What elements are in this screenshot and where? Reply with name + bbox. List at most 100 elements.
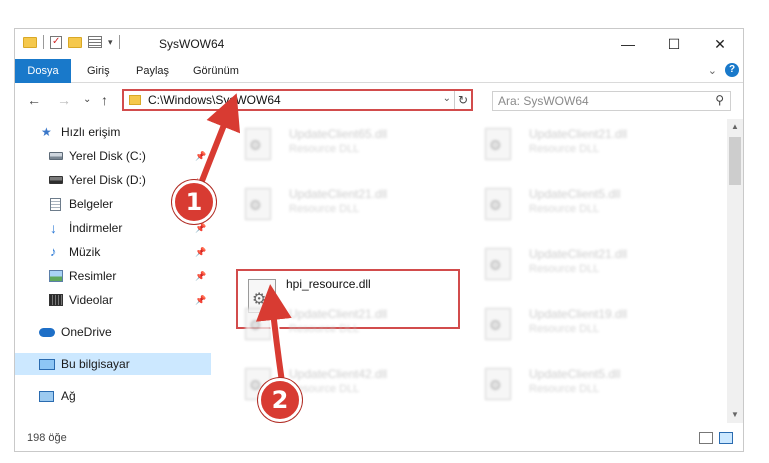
dll-file-icon xyxy=(245,308,271,340)
scroll-thumb[interactable] xyxy=(729,137,741,185)
file-item[interactable]: UpdateClient65.dll Resource DLL xyxy=(231,123,451,167)
pin-icon: 📌 xyxy=(195,294,207,305)
sidebar-item-label: Videolar xyxy=(69,293,113,307)
address-path[interactable]: C:\Windows\SysWOW64 xyxy=(148,93,281,107)
maximize-button[interactable]: ☐ xyxy=(651,29,697,59)
sidebar-item-quick-access[interactable]: ★ Hızlı erişim xyxy=(15,121,211,143)
title-bar: ▾ SysWOW64 — ☐ ✕ xyxy=(15,29,743,59)
sidebar-item-onedrive[interactable]: OneDrive xyxy=(15,321,211,343)
search-icon[interactable]: ⚲ xyxy=(715,93,724,107)
vertical-scrollbar[interactable]: ▲ ▼ xyxy=(727,119,743,423)
file-type: Resource DLL xyxy=(529,143,600,155)
sidebar-item-local-disk-c[interactable]: Yerel Disk (C:) 📌 xyxy=(15,145,211,167)
file-name: UpdateClient65.dll xyxy=(289,127,388,141)
sidebar-item-this-pc[interactable]: Bu bilgisayar xyxy=(15,353,211,375)
scroll-down-icon[interactable]: ▼ xyxy=(727,407,743,423)
search-box[interactable]: Ara: SysWOW64 ⚲ xyxy=(492,91,731,111)
pin-icon: 📌 xyxy=(195,246,207,257)
sidebar-item-pictures[interactable]: Resimler 📌 xyxy=(15,265,211,287)
address-dropdown-icon[interactable]: ⌄ xyxy=(443,93,451,104)
disk-icon xyxy=(49,176,63,184)
file-item[interactable]: UpdateClient5.dll Resource DLL xyxy=(471,183,691,227)
sidebar-item-label: Yerel Disk (C:) xyxy=(69,149,146,163)
tab-share[interactable]: Paylaş xyxy=(136,59,169,83)
view-icon[interactable] xyxy=(88,36,102,48)
address-bar[interactable]: C:\Windows\SysWOW64 ⌄ ↻ xyxy=(122,89,473,111)
ribbon-right: ⌄ ? xyxy=(708,63,739,77)
network-icon xyxy=(39,390,54,402)
file-name: UpdateClient21.dll xyxy=(529,127,628,141)
file-item[interactable]: UpdateClient21.dll Resource DLL xyxy=(471,243,691,287)
pin-icon: 📌 xyxy=(195,150,207,161)
view-switcher xyxy=(699,432,733,444)
quick-access-toolbar: ▾ xyxy=(23,35,120,49)
sidebar-item-label: Yerel Disk (D:) xyxy=(69,173,146,187)
file-item[interactable]: UpdateClient21.dll Resource DLL xyxy=(231,183,451,227)
window-title: SysWOW64 xyxy=(159,37,225,51)
dll-file-icon xyxy=(485,368,511,400)
dll-file-icon xyxy=(485,188,511,220)
folder-icon xyxy=(129,95,141,105)
dll-file-icon xyxy=(245,188,271,220)
file-name: hpi_resource.dll xyxy=(286,277,371,291)
file-item[interactable]: UpdateClient19.dll Resource DLL xyxy=(471,303,691,347)
sidebar-item-label: Müzik xyxy=(69,245,101,259)
back-arrow-icon[interactable]: ← xyxy=(27,92,41,108)
pin-icon: 📌 xyxy=(195,270,207,281)
downloads-icon: ↓ xyxy=(50,220,57,236)
videos-icon xyxy=(49,294,63,306)
close-button[interactable]: ✕ xyxy=(697,29,743,59)
separator xyxy=(43,35,44,49)
file-type: Resource DLL xyxy=(529,383,600,395)
minimize-button[interactable]: — xyxy=(605,29,651,59)
customize-dropdown-icon[interactable]: ▾ xyxy=(108,37,113,48)
file-type: Resource DLL xyxy=(289,203,360,215)
disk-icon xyxy=(49,152,63,160)
help-icon[interactable]: ? xyxy=(725,63,739,77)
file-name: UpdateClient21.dll xyxy=(289,187,388,201)
tab-home[interactable]: Giriş xyxy=(87,59,110,83)
documents-icon xyxy=(50,197,61,211)
dll-file-icon xyxy=(485,308,511,340)
navigation-pane: ★ Hızlı erişim Yerel Disk (C:) 📌 Yerel D… xyxy=(15,121,211,421)
file-item[interactable]: UpdateClient21.dll Resource DLL xyxy=(471,123,691,167)
sidebar-item-music[interactable]: ♪ Müzik 📌 xyxy=(15,241,211,263)
new-folder-icon[interactable] xyxy=(68,36,82,48)
file-name: UpdateClient5.dll xyxy=(529,187,621,201)
search-placeholder[interactable]: Ara: SysWOW64 xyxy=(498,94,589,108)
pin-icon: 📌 xyxy=(195,222,207,233)
up-arrow-icon[interactable]: ↑ xyxy=(101,92,108,108)
file-name: UpdateClient21.dll xyxy=(289,307,388,321)
large-icons-view-icon[interactable] xyxy=(719,432,733,444)
separator xyxy=(118,35,120,49)
file-item[interactable]: UpdateClient21.dll Resource DLL xyxy=(231,303,451,347)
expand-ribbon-icon[interactable]: ⌄ xyxy=(708,64,717,77)
sidebar-item-label: Bu bilgisayar xyxy=(61,357,130,371)
tab-file[interactable]: Dosya xyxy=(15,59,71,83)
cloud-icon xyxy=(39,327,55,337)
sidebar-item-network[interactable]: Ağ xyxy=(15,385,211,407)
properties-icon[interactable] xyxy=(50,35,62,49)
explorer-window: ▾ SysWOW64 — ☐ ✕ Dosya Giriş Paylaş Görü… xyxy=(14,28,744,452)
sidebar-item-videos[interactable]: Videolar 📌 xyxy=(15,289,211,311)
sidebar-item-label: Hızlı erişim xyxy=(61,125,121,139)
status-bar: 198 öğe xyxy=(15,428,743,452)
forward-arrow-icon[interactable]: → xyxy=(57,92,71,108)
file-name: UpdateClient21.dll xyxy=(529,247,628,261)
file-type: Resource DLL xyxy=(289,323,360,335)
file-type: Resource DLL xyxy=(529,323,600,335)
navigation-bar: ← → ⌄ ↑ C:\Windows\SysWOW64 ⌄ ↻ Ara: Sys… xyxy=(15,84,743,118)
file-name: UpdateClient19.dll xyxy=(529,307,628,321)
pictures-icon xyxy=(49,270,63,282)
file-list: UpdateClient65.dll Resource DLL UpdateCl… xyxy=(225,119,725,419)
callout-badge-one: 1 xyxy=(172,180,216,224)
file-item[interactable]: UpdateClient5.dll Resource DLL xyxy=(471,363,691,407)
ribbon-tabs: Dosya Giriş Paylaş Görünüm ⌄ ? xyxy=(15,59,743,83)
recent-locations-icon[interactable]: ⌄ xyxy=(83,94,91,105)
scroll-up-icon[interactable]: ▲ xyxy=(727,119,743,135)
music-icon: ♪ xyxy=(50,244,57,259)
tab-view[interactable]: Görünüm xyxy=(193,59,239,83)
sidebar-item-label: Resimler xyxy=(69,269,117,283)
refresh-icon[interactable]: ↻ xyxy=(454,91,471,109)
details-view-icon[interactable] xyxy=(699,432,713,444)
